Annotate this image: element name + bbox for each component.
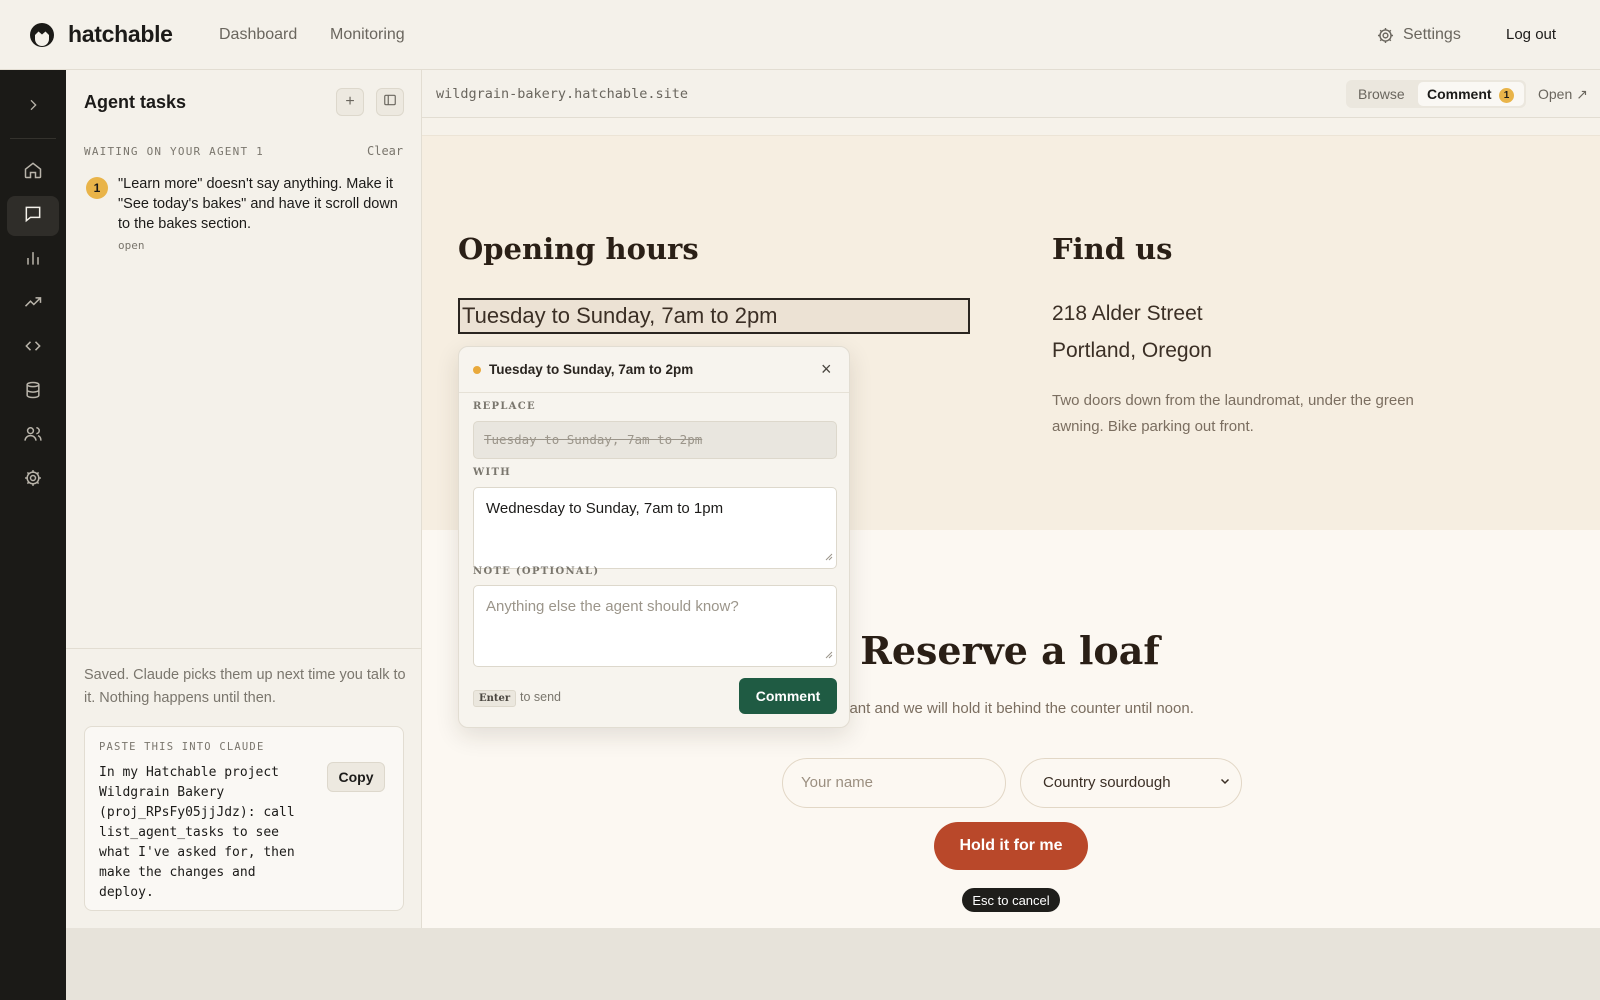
send-hint: to send [520,690,562,704]
home-icon [23,160,43,185]
top-bar: hatchable Dashboard Monitoring Settings … [0,0,1600,70]
task-status: open [118,239,145,252]
with-label: WITH [473,467,511,478]
rail-expand-button[interactable] [7,87,59,127]
sidebar-layout-icon [383,93,397,112]
mode-browse-button[interactable]: Browse [1358,86,1405,102]
nav-monitoring[interactable]: Monitoring [330,26,405,44]
rail-code[interactable] [7,328,59,368]
preview-toolbar: wildgrain-bakery.hatchable.site Browse C… [422,70,1600,118]
note-textarea[interactable]: Anything else the agent should know? [473,585,837,667]
popover-header: Tuesday to Sunday, 7am to 2pm × [459,347,849,393]
resize-grip-icon[interactable] [825,548,833,565]
mode-toggle: Browse Comment 1 [1346,80,1526,108]
code-icon [23,336,43,361]
rail-settings[interactable] [7,460,59,500]
close-icon[interactable]: × [821,359,832,380]
plus-icon: + [345,93,355,110]
address-line-2[interactable]: Portland, Oregon [1052,339,1212,363]
loaf-select-value: Country sourdough [1043,774,1171,791]
hold-it-button[interactable]: Hold it for me [934,822,1088,870]
loaf-select[interactable]: Country sourdough [1020,758,1242,808]
brand-name[interactable]: hatchable [68,21,173,48]
replace-label: REPLACE [473,401,536,412]
rail-home[interactable] [7,152,59,192]
task-text: "Learn more" doesn't say anything. Make … [118,176,398,232]
note-label: NOTE (OPTIONAL) [473,566,600,577]
paste-prompt-code: In my Hatchable project Wildgrain Bakery… [99,765,295,900]
waiting-section-label: WAITING ON YOUR AGENT 1 [84,145,264,158]
with-textarea[interactable]: Wednesday to Sunday, 7am to 1pm [473,487,837,569]
chevron-down-icon [1219,759,1231,807]
hatchable-logo-icon[interactable] [30,23,54,47]
icon-rail [0,70,66,1000]
chat-icon [23,204,43,229]
panel-divider [66,648,422,649]
database-icon [23,380,43,405]
saved-note: Saved. Claude picks them up next time yo… [84,667,406,706]
task-number-badge: 1 [86,177,108,199]
status-dot-icon [473,366,481,374]
bottom-band [66,928,1600,1000]
settings-link[interactable]: Settings [1403,26,1461,44]
name-input[interactable]: Your name [782,758,1006,808]
comment-count-badge: 1 [1499,88,1514,103]
mode-comment-label: Comment [1427,86,1492,102]
replace-value: Tuesday to Sunday, 7am to 2pm [473,421,837,459]
clear-button[interactable]: Clear [367,144,403,158]
find-us-heading[interactable]: Find us [1052,232,1172,266]
rail-trends[interactable] [7,284,59,324]
address-note[interactable]: Two doors down from the laundromat, unde… [1052,388,1432,440]
resize-grip-icon[interactable] [825,646,833,663]
agent-tasks-panel: Agent tasks + WAITING ON YOUR AGENT 1 Cl… [66,70,422,928]
chevron-right-icon [25,97,41,118]
submit-comment-button[interactable]: Comment [739,678,837,714]
opening-hours-heading[interactable]: Opening hours [458,232,699,266]
address-line-1[interactable]: 218 Alder Street [1052,302,1203,326]
rail-users[interactable] [7,416,59,456]
nav-dashboard[interactable]: Dashboard [219,26,297,44]
hours-text-selected[interactable]: Tuesday to Sunday, 7am to 2pm [458,298,970,334]
rail-database[interactable] [7,372,59,412]
logout-link[interactable]: Log out [1506,26,1556,43]
rail-comments[interactable] [7,196,59,236]
open-external-link[interactable]: Open ↗ [1538,86,1588,103]
rail-analytics[interactable] [7,240,59,280]
bar-chart-icon [23,248,43,273]
toggle-panel-button[interactable] [376,88,404,116]
esc-cancel-hint: Esc to cancel [962,888,1060,912]
rail-divider [10,138,56,139]
copy-button[interactable]: Copy [327,762,385,792]
popover-title: Tuesday to Sunday, 7am to 2pm [489,362,694,377]
users-icon [23,424,43,449]
with-textarea-value: Wednesday to Sunday, 7am to 1pm [486,500,724,517]
comment-popover: Tuesday to Sunday, 7am to 2pm × REPLACE … [458,346,850,728]
note-placeholder: Anything else the agent should know? [486,598,739,615]
site-top-strip [422,118,1600,136]
gear-icon[interactable] [1376,26,1395,50]
preview-url: wildgrain-bakery.hatchable.site [436,86,688,102]
enter-key-hint: Enter [473,690,517,707]
panel-title: Agent tasks [84,92,187,112]
paste-label: PASTE THIS INTO CLAUDE [99,741,265,753]
add-task-button[interactable]: + [336,88,364,116]
mode-comment-button[interactable]: Comment 1 [1418,82,1524,106]
gear-icon [23,468,43,493]
paste-prompt-box: PASTE THIS INTO CLAUDE In my Hatchable p… [84,726,404,911]
trending-icon [23,292,43,317]
